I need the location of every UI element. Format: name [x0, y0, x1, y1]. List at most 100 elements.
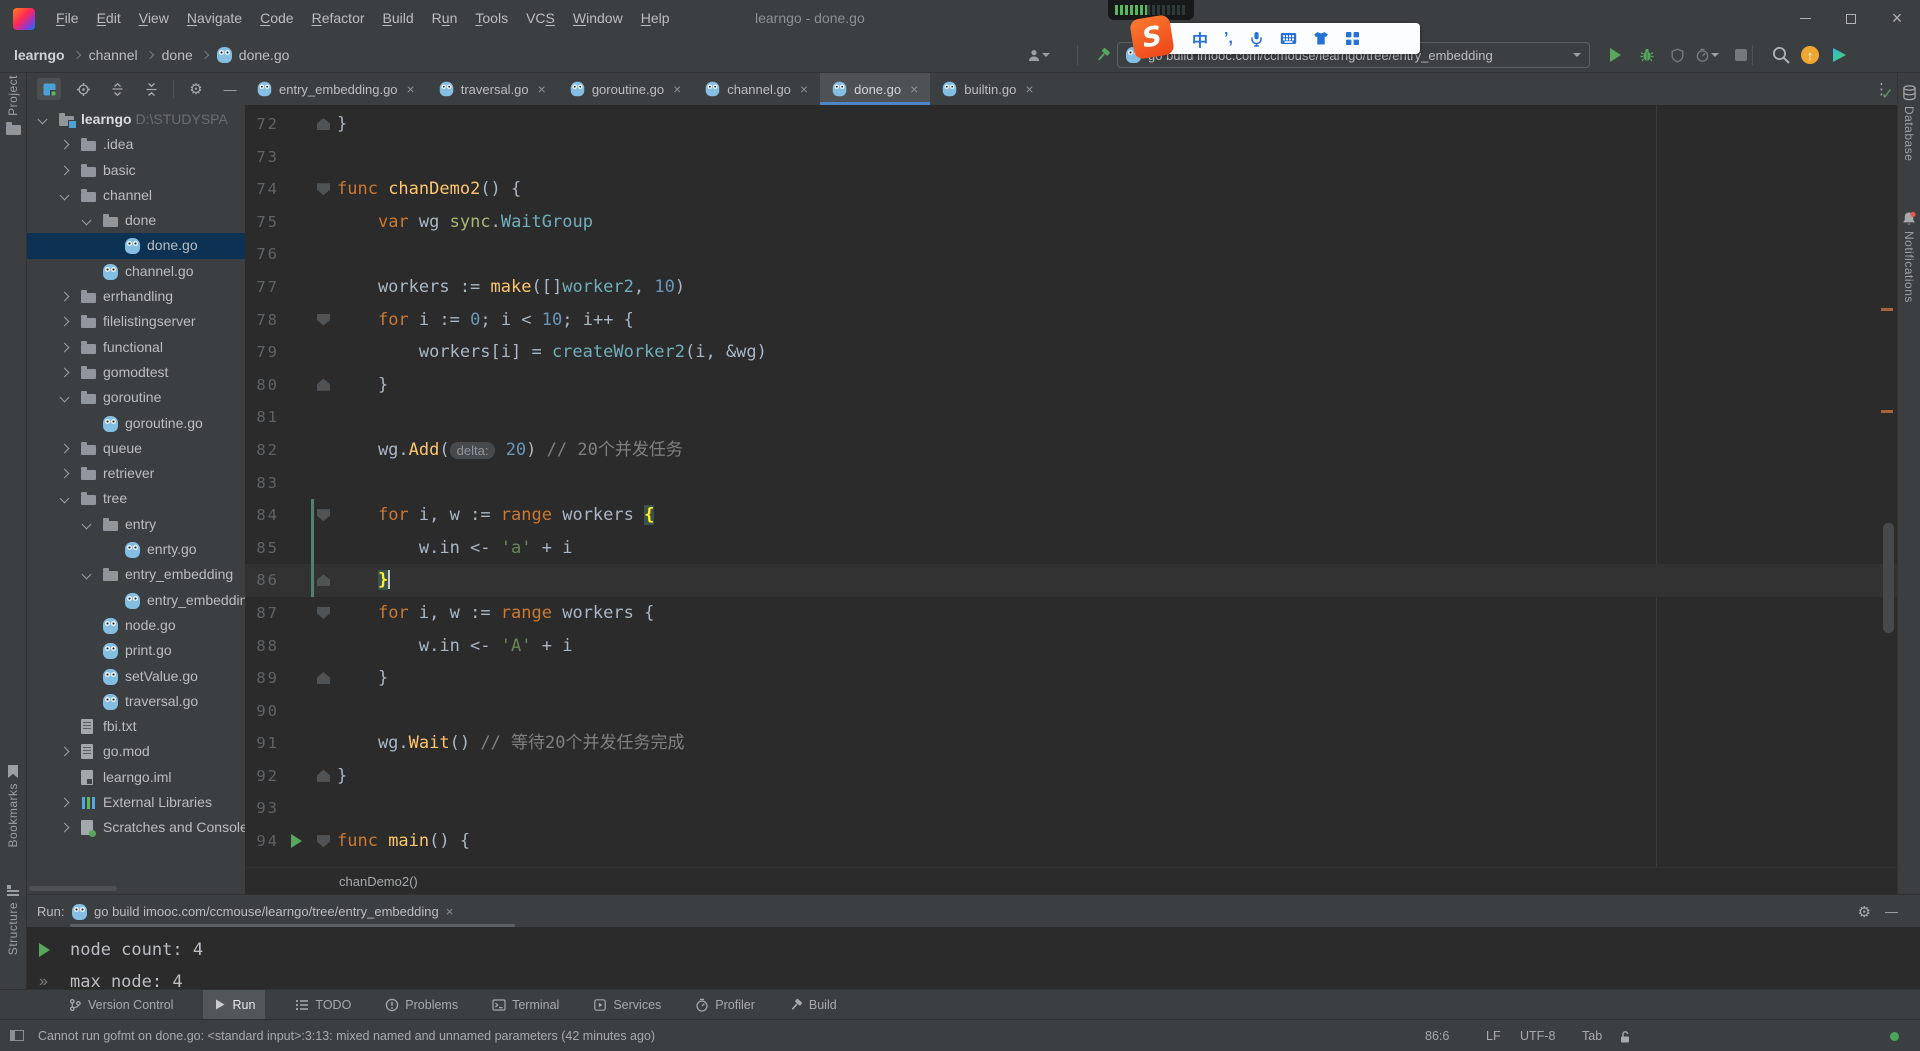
hide-panel-button[interactable]: —	[218, 78, 242, 100]
menu-run[interactable]: Run	[423, 0, 467, 37]
expand-all-button[interactable]	[105, 78, 129, 100]
chevron-down-icon[interactable]	[59, 190, 70, 201]
build-hammer-button[interactable]	[1090, 37, 1116, 73]
line-number[interactable]: 86	[245, 564, 279, 597]
tree-item-entry[interactable]: entry	[27, 512, 245, 537]
fold-marker-icon[interactable]	[317, 378, 330, 391]
chevron-down-icon[interactable]	[81, 519, 92, 530]
chevron-right-icon[interactable]	[59, 139, 70, 150]
menu-view[interactable]: View	[130, 0, 178, 37]
tool-button-services[interactable]: Services	[589, 990, 665, 1020]
tool-button-version-control[interactable]: Version Control	[64, 990, 177, 1020]
user-button[interactable]	[1025, 37, 1051, 73]
hide-icon[interactable]: —	[1885, 904, 1898, 919]
chevron-right-icon[interactable]	[59, 443, 70, 454]
settings-button[interactable]: ⚙	[184, 78, 208, 100]
chevron-right-icon[interactable]	[59, 367, 70, 378]
menu-refactor[interactable]: Refactor	[303, 0, 374, 37]
tab-done.go[interactable]: done.go ×	[820, 73, 931, 105]
soft-keyboard-icon[interactable]	[1280, 32, 1297, 45]
line-number[interactable]: 76	[245, 238, 279, 271]
line-number[interactable]: 82	[245, 434, 279, 467]
tree-item-goroutine.go[interactable]: goroutine.go	[27, 411, 245, 436]
line-number[interactable]: 93	[245, 792, 279, 825]
tab-traversal.go[interactable]: traversal.go ×	[427, 73, 558, 105]
search-everywhere-button[interactable]	[1768, 37, 1794, 73]
project-hscrollbar[interactable]	[29, 886, 117, 891]
line-number[interactable]: 83	[245, 467, 279, 500]
select-opened-file-button[interactable]	[37, 78, 61, 100]
close-icon[interactable]: ×	[407, 81, 415, 97]
tree-item-go.mod[interactable]: go.mod	[27, 739, 245, 764]
breadcrumb-item[interactable]: done	[162, 47, 193, 63]
tool-window-toggle-icon[interactable]	[10, 1030, 24, 1041]
toolbox-icon[interactable]	[1345, 31, 1360, 46]
sogou-logo-icon[interactable]: S	[1129, 14, 1175, 60]
collapse-all-button[interactable]	[139, 78, 163, 100]
tab-entry_embedding.go[interactable]: entry_embedding.go ×	[245, 73, 427, 105]
tree-item-entry_embedding.go[interactable]: entry_embedding.go	[27, 588, 245, 613]
tree-item-functional[interactable]: functional	[27, 335, 245, 360]
gear-icon[interactable]: ⚙	[1858, 903, 1871, 921]
line-number[interactable]: 74	[245, 173, 279, 206]
chevron-right-icon[interactable]	[59, 316, 70, 327]
tree-item-channel.go[interactable]: channel.go	[27, 259, 245, 284]
tree-item-channel[interactable]: channel	[27, 183, 245, 208]
line-number[interactable]: 80	[245, 369, 279, 402]
tool-button-terminal[interactable]: Terminal	[488, 990, 563, 1020]
chinese-mode-icon[interactable]: 中	[1192, 27, 1208, 51]
tool-tab-structure[interactable]: Structure	[0, 885, 26, 955]
tool-button-build[interactable]: Build	[785, 990, 841, 1020]
tree-item-done[interactable]: done	[27, 208, 245, 233]
close-icon[interactable]: ×	[800, 81, 808, 97]
tree-item-gomodtest[interactable]: gomodtest	[27, 360, 245, 385]
chevron-down-icon[interactable]	[81, 569, 92, 580]
menu-navigate[interactable]: Navigate	[178, 0, 251, 37]
menu-edit[interactable]: Edit	[88, 0, 130, 37]
line-number[interactable]: 88	[245, 630, 279, 663]
fold-marker-icon[interactable]	[317, 574, 330, 587]
fold-marker-icon[interactable]	[317, 606, 330, 619]
tree-item-setvalue.go[interactable]: setValue.go	[27, 664, 245, 689]
locate-button[interactable]	[71, 78, 95, 100]
stripe-warning-mark[interactable]	[1881, 410, 1893, 413]
tab-channel.go[interactable]: channel.go ×	[693, 73, 820, 105]
menu-file[interactable]: File	[47, 0, 88, 37]
tree-item-traversal.go[interactable]: traversal.go	[27, 689, 245, 714]
microphone-icon[interactable]	[1249, 31, 1264, 47]
menu-vcs[interactable]: VCS	[517, 0, 564, 37]
line-separator[interactable]: LF	[1486, 1020, 1501, 1051]
fold-marker-icon[interactable]	[317, 835, 330, 848]
tree-item-basic[interactable]: basic	[27, 158, 245, 183]
tree-item-errhandling[interactable]: errhandling	[27, 284, 245, 309]
line-number[interactable]: 90	[245, 695, 279, 728]
minimize-button[interactable]	[1782, 0, 1828, 37]
tree-item-filelistingserver[interactable]: filelistingserver	[27, 309, 245, 334]
tool-button-problems[interactable]: Problems	[381, 990, 462, 1020]
tree-item-learngo[interactable]: learngo D:\STUDYSPA	[27, 107, 245, 132]
line-number[interactable]: 91	[245, 727, 279, 760]
fold-marker-icon[interactable]	[317, 769, 330, 782]
code-editor[interactable]: 72} 73 74 func chanDemo2() {75 var wg sync.…	[245, 105, 1897, 867]
chevron-right-icon[interactable]	[59, 822, 70, 833]
chevron-right-icon[interactable]	[59, 797, 70, 808]
line-number[interactable]: 87	[245, 597, 279, 630]
line-number[interactable]: 85	[245, 532, 279, 565]
tree-item-node.go[interactable]: node.go	[27, 613, 245, 638]
line-number[interactable]: 92	[245, 760, 279, 793]
tab-builtin.go[interactable]: builtin.go ×	[930, 73, 1045, 105]
chevron-right-icon[interactable]	[59, 746, 70, 757]
tool-tab-database[interactable]: Database	[1898, 85, 1920, 161]
breadcrumb-item[interactable]: channel	[89, 47, 138, 63]
run-with-coverage-button[interactable]	[1664, 37, 1690, 73]
tree-item-entry_embedding[interactable]: entry_embedding	[27, 562, 245, 587]
line-number[interactable]: 73	[245, 141, 279, 174]
chevron-down-icon[interactable]	[81, 215, 92, 226]
breadcrumb-item[interactable]: done.go	[239, 47, 290, 63]
close-icon[interactable]: ×	[538, 81, 546, 97]
tree-item-tree[interactable]: tree	[27, 486, 245, 511]
chevron-down-icon[interactable]	[37, 114, 48, 125]
fold-marker-icon[interactable]	[317, 509, 330, 522]
fold-marker-icon[interactable]	[317, 313, 330, 326]
ime-status-dot[interactable]	[1890, 1032, 1899, 1041]
